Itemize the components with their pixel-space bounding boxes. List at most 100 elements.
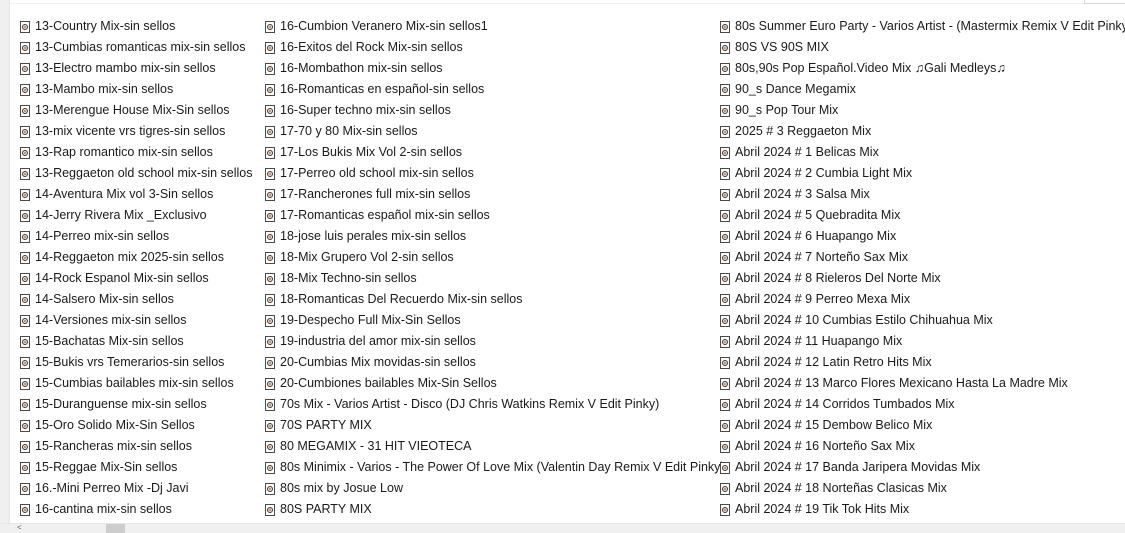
file-item[interactable]: 16-Cumbion Veranero Mix-sin sellos1 xyxy=(265,16,720,37)
file-item[interactable]: Abril 2024 # 5 Quebradita Mix xyxy=(720,205,1125,226)
file-item[interactable]: 17-Los Bukis Mix Vol 2-sin sellos xyxy=(265,142,720,163)
left-scrollbar-thumb[interactable] xyxy=(1,2,8,482)
file-item[interactable]: 20-Cumbiones bailables Mix-Sin Sellos xyxy=(265,373,720,394)
file-item[interactable]: Abril 2024 # 11 Huapango Mix xyxy=(720,331,1125,352)
file-item[interactable]: 18-Romanticas Del Recuerdo Mix-sin sello… xyxy=(265,289,720,310)
file-item[interactable]: 16-cantina mix-sin sellos xyxy=(20,499,265,520)
horizontal-scrollbar[interactable]: < xyxy=(0,523,1125,533)
file-item[interactable]: 18-Mix Grupero Vol 2-sin sellos xyxy=(265,247,720,268)
file-item[interactable]: 17-Perreo old school mix-sin sellos xyxy=(265,163,720,184)
file-name-label: 18-jose luis perales mix-sin sellos xyxy=(280,229,467,243)
file-item[interactable]: 19-industria del amor mix-sin sellos xyxy=(265,331,720,352)
left-scrollbar-track[interactable] xyxy=(0,0,10,524)
file-item[interactable]: 80s Summer Euro Party - Varios Artist - … xyxy=(720,16,1125,37)
file-name-label: Abril 2024 # 14 Corridos Tumbados Mix xyxy=(735,397,955,411)
media-file-icon xyxy=(265,251,275,264)
file-item[interactable]: 13-Country Mix-sin sellos xyxy=(20,16,265,37)
file-item[interactable]: 15-Oro Solido Mix-Sin Sellos xyxy=(20,415,265,436)
file-item[interactable]: Abril 2024 # 8 Rieleros Del Norte Mix xyxy=(720,268,1125,289)
file-item[interactable]: 14-Aventura Mix vol 3-Sin sellos xyxy=(20,184,265,205)
file-name-label: 80s Minimix - Varios - The Power Of Love… xyxy=(280,460,725,474)
file-item[interactable]: 15-Bachatas Mix-sin sellos xyxy=(20,331,265,352)
file-item[interactable]: 13-Rap romantico mix-sin sellos xyxy=(20,142,265,163)
file-item[interactable]: Abril 2024 # 3 Salsa Mix xyxy=(720,184,1125,205)
file-name-label: 15-Cumbias bailables mix-sin sellos xyxy=(35,376,234,390)
file-item[interactable]: 14-Perreo mix-sin sellos xyxy=(20,226,265,247)
media-file-icon xyxy=(20,293,30,306)
file-item[interactable]: 16-Super techno mix-sin sellos xyxy=(265,100,720,121)
file-item[interactable]: Abril 2024 # 19 Tik Tok Hits Mix xyxy=(720,499,1125,520)
file-item[interactable]: 19-Despecho Full Mix-Sin Sellos xyxy=(265,310,720,331)
file-item[interactable]: 16-Mombathon mix-sin sellos xyxy=(265,58,720,79)
file-item[interactable]: Abril 2024 # 6 Huapango Mix xyxy=(720,226,1125,247)
file-name-label: 16-Exitos del Rock Mix-sin sellos xyxy=(280,40,463,54)
file-name-label: 16-Super techno mix-sin sellos xyxy=(280,103,451,117)
file-item[interactable]: 17-Romanticas español mix-sin sellos xyxy=(265,205,720,226)
file-item[interactable]: 13-Cumbias romanticas mix-sin sellos xyxy=(20,37,265,58)
media-file-icon xyxy=(20,230,30,243)
file-item[interactable]: 80s,90s Pop Español.Video Mix ♫Gali Medl… xyxy=(720,58,1125,79)
media-file-icon xyxy=(720,20,730,33)
file-name-label: 80S VS 90S MIX xyxy=(735,40,829,54)
file-item[interactable]: 18-Mix Techno-sin sellos xyxy=(265,268,720,289)
file-item[interactable]: 70s Mix - Varios Artist - Disco (DJ Chri… xyxy=(265,394,720,415)
file-item[interactable]: 15-Bukis vrs Temerarios-sin sellos xyxy=(20,352,265,373)
file-item[interactable]: Abril 2024 # 10 Cumbias Estilo Chihuahua… xyxy=(720,310,1125,331)
file-item[interactable]: Abril 2024 # 14 Corridos Tumbados Mix xyxy=(720,394,1125,415)
file-name-label: 2025 # 3 Reggaeton Mix xyxy=(735,124,872,138)
file-item[interactable]: 14-Versiones mix-sin sellos xyxy=(20,310,265,331)
file-name-label: Abril 2024 # 16 Norteño Sax Mix xyxy=(735,439,915,453)
file-item[interactable]: 13-Mambo mix-sin sellos xyxy=(20,79,265,100)
media-file-icon xyxy=(20,272,30,285)
file-item[interactable]: 90_s Pop Tour Mix xyxy=(720,100,1125,121)
file-item[interactable]: 90_s Dance Megamix xyxy=(720,79,1125,100)
file-item[interactable]: Abril 2024 # 15 Dembow Belico Mix xyxy=(720,415,1125,436)
file-item[interactable]: 18-jose luis perales mix-sin sellos xyxy=(265,226,720,247)
file-item[interactable]: 15-Reggae Mix-Sin sellos xyxy=(20,457,265,478)
scroll-left-arrow-icon[interactable]: < xyxy=(17,524,22,532)
file-name-label: 80s,90s Pop Español.Video Mix ♫Gali Medl… xyxy=(735,61,1006,75)
file-item[interactable]: 14-Rock Espanol Mix-sin sellos xyxy=(20,268,265,289)
file-item[interactable]: 14-Jerry Rivera Mix _Exclusivo xyxy=(20,205,265,226)
file-item[interactable]: 70S PARTY MIX xyxy=(265,415,720,436)
file-item[interactable]: Abril 2024 # 16 Norteño Sax Mix xyxy=(720,436,1125,457)
file-item[interactable]: 80 MEGAMIX - 31 HIT VIEOTECA xyxy=(265,436,720,457)
file-item[interactable]: 80S PARTY MIX xyxy=(265,499,720,520)
horizontal-scrollbar-thumb[interactable] xyxy=(106,524,125,533)
file-item[interactable]: 16-Romanticas en español-sin sellos xyxy=(265,79,720,100)
file-name-label: 17-Rancherones full mix-sin sellos xyxy=(280,187,471,201)
media-file-icon xyxy=(265,335,275,348)
file-name-label: 14-Perreo mix-sin sellos xyxy=(35,229,170,243)
file-item[interactable]: 14-Salsero Mix-sin sellos xyxy=(20,289,265,310)
file-item[interactable]: Abril 2024 # 2 Cumbia Light Mix xyxy=(720,163,1125,184)
file-item[interactable]: Abril 2024 # 18 Norteñas Clasicas Mix xyxy=(720,478,1125,499)
media-file-icon xyxy=(20,146,30,159)
file-item[interactable]: 80S VS 90S MIX xyxy=(720,37,1125,58)
file-item[interactable]: 13-Reggaeton old school mix-sin sellos xyxy=(20,163,265,184)
file-item[interactable]: Abril 2024 # 12 Latin Retro Hits Mix xyxy=(720,352,1125,373)
file-item[interactable]: Abril 2024 # 7 Norteño Sax Mix xyxy=(720,247,1125,268)
file-item[interactable]: 15-Cumbias bailables mix-sin sellos xyxy=(20,373,265,394)
media-file-icon xyxy=(20,167,30,180)
file-item[interactable]: 17-70 y 80 Mix-sin sellos xyxy=(265,121,720,142)
file-item[interactable]: 16-Exitos del Rock Mix-sin sellos xyxy=(265,37,720,58)
media-file-icon xyxy=(20,104,30,117)
file-item[interactable]: 13-Electro mambo mix-sin sellos xyxy=(20,58,265,79)
file-item[interactable]: 16.-Mini Perreo Mix -Dj Javi xyxy=(20,478,265,499)
file-item[interactable]: Abril 2024 # 1 Belicas Mix xyxy=(720,142,1125,163)
file-item[interactable]: Abril 2024 # 17 Banda Jaripera Movidas M… xyxy=(720,457,1125,478)
file-item[interactable]: 15-Rancheras mix-sin sellos xyxy=(20,436,265,457)
file-item[interactable]: 80s Minimix - Varios - The Power Of Love… xyxy=(265,457,725,478)
file-item[interactable]: 2025 # 3 Reggaeton Mix xyxy=(720,121,1125,142)
file-item[interactable]: 13-Merengue House Mix-Sin sellos xyxy=(20,100,265,121)
file-item[interactable]: 20-Cumbias Mix movidas-sin sellos xyxy=(265,352,720,373)
file-item[interactable]: 13-mix vicente vrs tigres-sin sellos xyxy=(20,121,265,142)
file-name-label: 70s Mix - Varios Artist - Disco (DJ Chri… xyxy=(280,397,660,411)
file-item[interactable]: 15-Duranguense mix-sin sellos xyxy=(20,394,265,415)
file-item[interactable]: Abril 2024 # 13 Marco Flores Mexicano Ha… xyxy=(720,373,1125,394)
file-item[interactable]: Abril 2024 # 9 Perreo Mexa Mix xyxy=(720,289,1125,310)
file-item[interactable]: 80s mix by Josue Low xyxy=(265,478,720,499)
media-file-icon xyxy=(720,440,730,453)
file-item[interactable]: 14-Reggaeton mix 2025-sin sellos xyxy=(20,247,265,268)
file-item[interactable]: 17-Rancherones full mix-sin sellos xyxy=(265,184,720,205)
